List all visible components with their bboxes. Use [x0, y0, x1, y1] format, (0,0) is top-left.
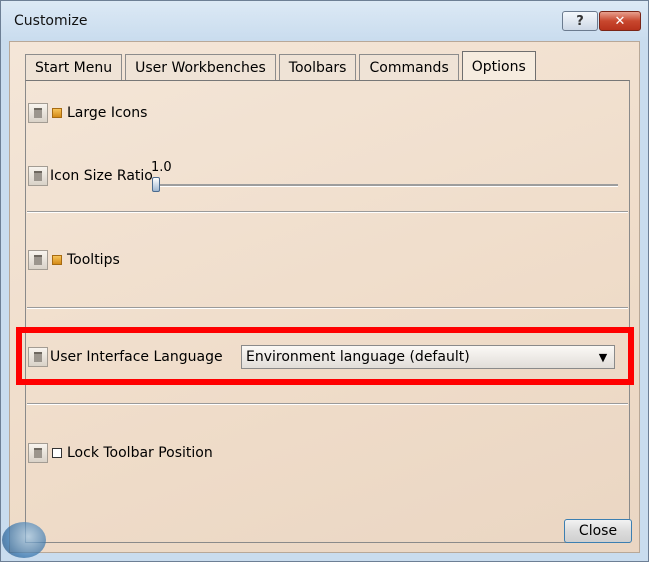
help-button[interactable]: ?: [562, 11, 598, 31]
close-icon: ✕: [614, 13, 626, 29]
tab-user-workbenches[interactable]: User Workbenches: [125, 54, 276, 80]
close-button-label: Close: [578, 523, 618, 539]
tooltips-checkbox[interactable]: [52, 255, 62, 265]
divider: [27, 307, 628, 309]
window-title: Customize: [14, 13, 88, 29]
lock-setting-icon[interactable]: [28, 347, 48, 367]
large-icons-checkbox[interactable]: [52, 108, 62, 118]
close-button[interactable]: Close: [564, 519, 632, 543]
help-icon: ?: [576, 13, 584, 29]
icon-size-ratio-row: Icon Size Ratio: [28, 166, 153, 186]
tab-strip: Start Menu User Workbenches Toolbars Com…: [25, 50, 539, 81]
lock-setting-icon[interactable]: [28, 250, 48, 270]
large-icons-row: Large Icons: [28, 103, 147, 123]
icon-size-ratio-value: 1.0: [151, 160, 172, 175]
lock-setting-icon[interactable]: [28, 443, 48, 463]
icon-size-ratio-slider[interactable]: [152, 177, 160, 192]
options-panel: Large Icons Icon Size Ratio 1.0 Tooltips…: [25, 80, 630, 543]
dialog-client: Start Menu User Workbenches Toolbars Com…: [2, 41, 640, 558]
large-icons-label: Large Icons: [67, 105, 148, 121]
tab-label: Toolbars: [288, 59, 347, 76]
lock-toolbar-row: Lock Toolbar Position: [28, 443, 213, 463]
lock-toolbar-checkbox[interactable]: [52, 448, 62, 458]
lock-setting-icon[interactable]: [28, 166, 48, 186]
window-close-button[interactable]: ✕: [599, 11, 641, 31]
lock-toolbar-label: Lock Toolbar Position: [67, 445, 213, 461]
icon-size-ratio-track[interactable]: [155, 184, 618, 187]
tab-start-menu[interactable]: Start Menu: [25, 54, 123, 80]
icon-size-ratio-label: Icon Size Ratio: [50, 168, 153, 184]
tab-options[interactable]: Options: [461, 51, 536, 81]
tooltips-row: Tooltips: [28, 250, 120, 270]
globe-logo: [2, 522, 46, 558]
customize-window: Customize ? ✕ Start Menu User Workbenche…: [0, 0, 649, 562]
ui-language-label: User Interface Language: [50, 349, 223, 365]
ui-language-dropdown[interactable]: Environment language (default) ▼: [241, 345, 615, 369]
divider: [27, 403, 628, 405]
tab-label: Commands: [369, 59, 449, 76]
tab-toolbars[interactable]: Toolbars: [278, 54, 357, 80]
tab-commands[interactable]: Commands: [359, 54, 459, 80]
title-bar[interactable]: Customize ? ✕: [1, 1, 648, 41]
tab-label: Start Menu: [35, 59, 113, 76]
lock-setting-icon[interactable]: [28, 103, 48, 123]
divider: [27, 211, 628, 213]
tab-label: Options: [471, 58, 526, 75]
dropdown-arrow-icon[interactable]: ▼: [592, 346, 614, 368]
tab-label: User Workbenches: [135, 59, 266, 76]
ui-language-row: User Interface Language: [28, 347, 223, 367]
ui-language-selected: Environment language (default): [246, 349, 470, 365]
tooltips-label: Tooltips: [67, 252, 120, 268]
